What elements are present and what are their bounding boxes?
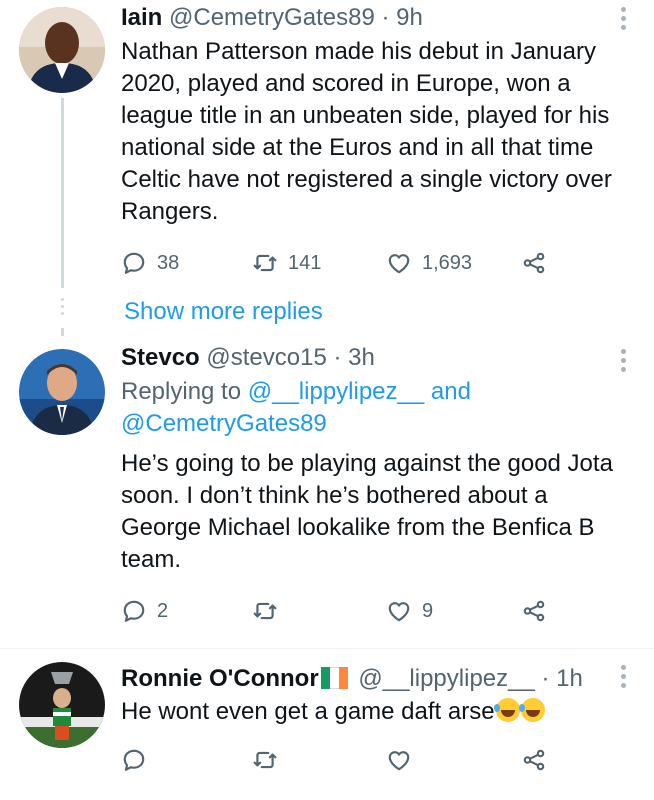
display-name[interactable]: Stevco: [121, 344, 200, 371]
reply-icon: [123, 252, 145, 274]
retweet-button[interactable]: [252, 595, 288, 627]
like-count: 1,693: [422, 251, 473, 274]
share-icon: [523, 252, 545, 274]
more-icon[interactable]: [620, 7, 628, 34]
thread-dots: [61, 298, 64, 319]
thread-line: [61, 328, 64, 336]
reply-count: 2: [157, 599, 169, 622]
retweet-icon: [253, 602, 277, 620]
share-button[interactable]: [521, 247, 547, 279]
retweet-count: 141: [288, 251, 322, 274]
like-icon: [388, 602, 410, 622]
tweet-header: Stevco @stevco15 · 3h: [121, 343, 626, 373]
tweet-text-row: He wont even get a game daft arse: [121, 696, 626, 728]
reply-icon: [123, 600, 145, 622]
divider: [0, 648, 654, 649]
display-name[interactable]: Iain: [121, 4, 162, 31]
handle[interactable]: @CemetryGates89: [169, 4, 375, 31]
reply-button[interactable]: [121, 744, 147, 776]
tweet-text: He’s going to be playing against the goo…: [121, 450, 613, 573]
share-button[interactable]: [521, 744, 547, 776]
reply-button[interactable]: 2: [121, 595, 168, 627]
retweet-button[interactable]: 141: [252, 247, 321, 279]
avatar-ronnie[interactable]: [19, 662, 105, 748]
share-icon: [523, 600, 545, 622]
more-icon[interactable]: [620, 665, 628, 692]
tweet-text: Nathan Patterson made his debut in Janua…: [121, 38, 612, 225]
replying-to: Replying to @__lippylipez__ and @Cemetry…: [121, 376, 626, 440]
more-icon[interactable]: [620, 349, 628, 376]
tweet-text: He wont even get a game daft arse: [121, 698, 495, 725]
retweet-icon: [253, 254, 277, 272]
handle[interactable]: @__lippylipez__: [358, 665, 534, 692]
retweet-button[interactable]: [252, 744, 278, 776]
share-icon: [523, 749, 545, 771]
avatar-stevco[interactable]: [19, 349, 105, 435]
reply-count: 38: [157, 251, 180, 274]
thread-line: [61, 98, 64, 288]
rofl-emoji: [493, 698, 520, 722]
replying-to-prefix: Replying to: [121, 378, 248, 405]
tweet-header: Ronnie O'Connor @__lippylipez__ · 1h: [121, 664, 626, 694]
rofl-emoji: [518, 698, 545, 722]
avatar-iain[interactable]: [19, 7, 105, 93]
mention-lippylipez[interactable]: @__lippylipez__: [248, 378, 424, 405]
mention-and[interactable]: and: [424, 378, 471, 405]
reply-icon: [123, 749, 145, 771]
like-button[interactable]: [386, 744, 412, 776]
handle[interactable]: @stevco15: [206, 344, 326, 371]
timestamp[interactable]: · 3h: [333, 344, 374, 371]
tweet-stevco[interactable]: Stevco @stevco15 · 3h Replying to @__lip…: [0, 340, 654, 640]
timestamp[interactable]: · 1h: [542, 665, 583, 692]
display-name[interactable]: Ronnie O'Connor: [121, 665, 319, 692]
avatar-iain-image: [19, 7, 105, 93]
mention-cemetrygates[interactable]: @CemetryGates89: [121, 410, 327, 437]
avatar-ronnie-image: [19, 662, 105, 748]
like-button[interactable]: 1,693: [386, 247, 472, 279]
tweet-ronnie[interactable]: Ronnie O'Connor @__lippylipez__ · 1h He …: [0, 650, 654, 800]
like-count: 9: [422, 599, 434, 622]
timestamp[interactable]: · 9h: [381, 4, 422, 31]
show-more-replies-link[interactable]: Show more replies: [124, 296, 323, 328]
reply-button[interactable]: 38: [121, 247, 179, 279]
tweet-header: Iain @CemetryGates89 · 9h: [121, 3, 626, 33]
like-icon: [388, 751, 410, 771]
retweet-icon: [253, 751, 277, 769]
avatar-stevco-image: [19, 349, 105, 435]
tweet-iain[interactable]: Iain @CemetryGates89 · 9h Nathan Patters…: [0, 0, 654, 290]
share-button[interactable]: [521, 595, 547, 627]
irish-flag-emoji: [320, 667, 348, 689]
like-icon: [388, 254, 410, 274]
like-button[interactable]: 9: [386, 595, 433, 627]
